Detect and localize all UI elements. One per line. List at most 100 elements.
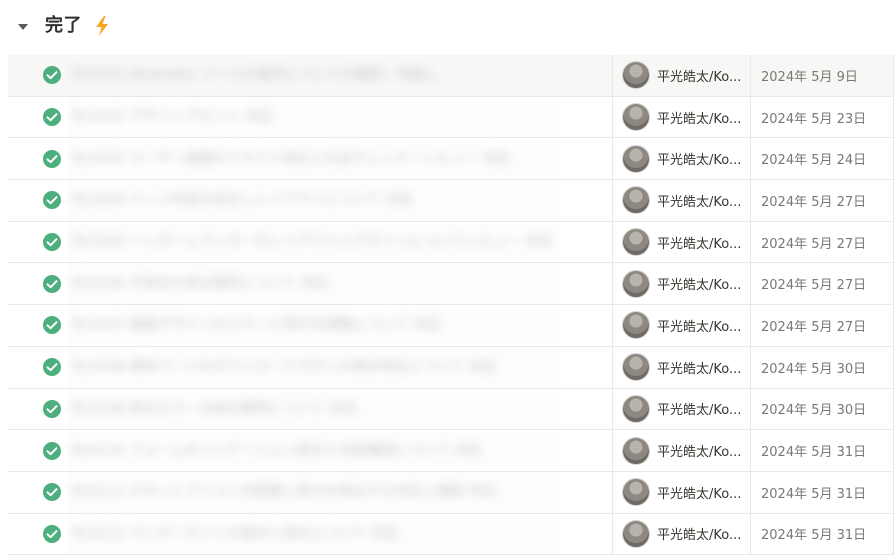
assignee-name: 平光皓太/Ko... xyxy=(657,236,742,252)
redaction-overlay xyxy=(68,388,560,430)
avatar xyxy=(622,269,650,298)
assignee-cell[interactable]: 平光皓太/Ko... xyxy=(613,96,751,138)
assignee-cell[interactable]: 平光皓太/Ko... xyxy=(613,221,751,263)
task-title-cell[interactable]: PJ-0108 資料ページのダウンロードボタンの表示修正について 対応 xyxy=(8,346,613,388)
table-row[interactable]: PJ-0108 資料ページのダウンロードボタンの表示修正について 対応 平光皓太… xyxy=(8,346,894,389)
redaction-overlay xyxy=(68,430,560,471)
table-row[interactable]: PJ-0101 Illustrator ツールの操作についての確認・見直し 平光… xyxy=(8,55,894,97)
avatar xyxy=(622,186,650,215)
assignee-name: 平光皓太/Ko... xyxy=(657,445,742,461)
assignee-name: 平光皓太/Ko... xyxy=(657,403,742,419)
check-circle-icon[interactable] xyxy=(42,232,62,252)
table-row[interactable]: PJ-0109 表示エラーの修正箇所について 対応 平光皓太/Ko... 202… xyxy=(8,388,894,431)
assignee-cell[interactable]: 平光皓太/Ko... xyxy=(613,138,751,180)
redaction-overlay xyxy=(68,180,560,221)
assignee-cell[interactable]: 平光皓太/Ko... xyxy=(613,305,751,346)
due-date[interactable]: 2024年 5月 27日 xyxy=(751,263,894,305)
redaction-overlay xyxy=(68,138,560,180)
due-date[interactable]: 2024年 5月 30日 xyxy=(751,388,894,430)
assignee-name: 平光皓太/Ko... xyxy=(657,194,742,210)
due-date[interactable]: 2024年 5月 27日 xyxy=(751,305,894,346)
task-title-cell[interactable]: PJ-0110 フォームのバリデーション修正と内容確認について 対応 xyxy=(8,430,613,471)
table-row[interactable]: PJ-0105 ヘッダーとフッターのレイアウトとデザインについてレビュー 対応 … xyxy=(8,221,894,264)
assignee-cell[interactable]: 平光皓太/Ko... xyxy=(613,180,751,221)
task-table: PJ-0101 Illustrator ツールの操作についての確認・見直し 平光… xyxy=(8,55,894,556)
assignee-cell[interactable]: 平光皓太/Ko... xyxy=(613,513,751,555)
assignee-name: 平光皓太/Ko... xyxy=(657,361,742,377)
assignee-name: 平光皓太/Ko... xyxy=(657,153,742,169)
task-title-cell[interactable]: PJ-0111 ボタンとアイコンの配置と表示を修正する対応と確認 対応 xyxy=(8,471,613,513)
redaction-overlay xyxy=(68,513,560,555)
assignee-cell[interactable]: 平光皓太/Ko... xyxy=(613,430,751,471)
due-date[interactable]: 2024年 5月 31日 xyxy=(751,471,894,513)
check-circle-icon[interactable] xyxy=(42,482,62,502)
task-title-cell[interactable]: PJ-0106 不具合の修正箇所について 対応 xyxy=(8,263,613,305)
assignee-name: 平光皓太/Ko... xyxy=(657,528,742,544)
table-row[interactable]: PJ-0103 ユーザー画面のテキスト修正と文言チェック・レビュー 対応 平光皓… xyxy=(8,138,894,181)
avatar xyxy=(622,394,650,423)
avatar xyxy=(622,61,650,90)
check-circle-icon[interactable] xyxy=(42,315,62,335)
redaction-overlay xyxy=(68,305,560,346)
table-row[interactable]: PJ-0110 フォームのバリデーション修正と内容確認について 対応 平光皓太/… xyxy=(8,430,894,472)
redaction-overlay xyxy=(68,263,560,305)
assignee-cell[interactable]: 平光皓太/Ko... xyxy=(613,388,751,430)
check-circle-icon[interactable] xyxy=(42,190,62,210)
due-date[interactable]: 2024年 5月 9日 xyxy=(751,55,894,96)
redaction-overlay xyxy=(68,55,560,96)
avatar xyxy=(622,311,650,340)
check-circle-icon[interactable] xyxy=(42,357,62,377)
table-row[interactable]: PJ-0107 画面デザインのカラーと表示を調整について 対応 平光皓太/Ko.… xyxy=(8,305,894,347)
assignee-name: 平光皓太/Ko... xyxy=(657,111,742,127)
group-title[interactable]: 完了 xyxy=(45,13,82,39)
check-circle-icon[interactable] xyxy=(42,149,62,169)
check-circle-icon[interactable] xyxy=(42,441,62,461)
table-row[interactable]: PJ-0102 デザインアセット 対応 平光皓太/Ko... 2024年 5月 … xyxy=(8,96,894,139)
avatar xyxy=(622,103,650,132)
due-date[interactable]: 2024年 5月 23日 xyxy=(751,96,894,138)
table-row[interactable]: PJ-0112 コンポーネントの設計と修正について 対応 平光皓太/Ko... … xyxy=(8,513,894,556)
table-row[interactable]: PJ-0111 ボタンとアイコンの配置と表示を修正する対応と確認 対応 平光皓太… xyxy=(8,471,894,514)
due-date[interactable]: 2024年 5月 24日 xyxy=(751,138,894,180)
avatar xyxy=(622,436,650,465)
assignee-name: 平光皓太/Ko... xyxy=(657,319,742,335)
due-date[interactable]: 2024年 5月 31日 xyxy=(751,513,894,555)
assignee-cell[interactable]: 平光皓太/Ko... xyxy=(613,263,751,305)
table-row[interactable]: PJ-0104 ページ内容を修正しレイアウトについて 対応 平光皓太/Ko...… xyxy=(8,180,894,222)
task-title-cell[interactable]: PJ-0102 デザインアセット 対応 xyxy=(8,96,613,138)
avatar xyxy=(622,353,650,382)
check-circle-icon[interactable] xyxy=(42,524,62,544)
due-date[interactable]: 2024年 5月 31日 xyxy=(751,430,894,471)
check-circle-icon[interactable] xyxy=(42,107,62,127)
lightning-bolt-icon xyxy=(94,15,110,37)
due-date[interactable]: 2024年 5月 30日 xyxy=(751,346,894,388)
group-header: 完了 xyxy=(0,0,894,54)
redaction-overlay xyxy=(68,221,560,263)
redaction-overlay xyxy=(68,346,560,388)
assignee-name: 平光皓太/Ko... xyxy=(657,69,742,85)
avatar xyxy=(622,478,650,507)
task-title-cell[interactable]: PJ-0105 ヘッダーとフッターのレイアウトとデザインについてレビュー 対応 xyxy=(8,221,613,263)
assignee-name: 平光皓太/Ko... xyxy=(657,486,742,502)
assignee-cell[interactable]: 平光皓太/Ko... xyxy=(613,346,751,388)
caret-down-icon[interactable] xyxy=(16,20,30,34)
task-title-cell[interactable]: PJ-0103 ユーザー画面のテキスト修正と文言チェック・レビュー 対応 xyxy=(8,138,613,180)
task-title-cell[interactable]: PJ-0101 Illustrator ツールの操作についての確認・見直し xyxy=(8,55,613,96)
assignee-cell[interactable]: 平光皓太/Ko... xyxy=(613,55,751,96)
due-date[interactable]: 2024年 5月 27日 xyxy=(751,221,894,263)
table-row[interactable]: PJ-0106 不具合の修正箇所について 対応 平光皓太/Ko... 2024年… xyxy=(8,263,894,306)
avatar xyxy=(622,519,650,548)
check-circle-icon[interactable] xyxy=(42,65,62,85)
redaction-overlay xyxy=(68,471,560,513)
avatar xyxy=(622,144,650,173)
task-title-cell[interactable]: PJ-0112 コンポーネントの設計と修正について 対応 xyxy=(8,513,613,555)
assignee-cell[interactable]: 平光皓太/Ko... xyxy=(613,471,751,513)
due-date[interactable]: 2024年 5月 27日 xyxy=(751,180,894,221)
task-title-cell[interactable]: PJ-0109 表示エラーの修正箇所について 対応 xyxy=(8,388,613,430)
avatar xyxy=(622,228,650,257)
redaction-overlay xyxy=(68,96,560,138)
check-circle-icon[interactable] xyxy=(42,274,62,294)
check-circle-icon[interactable] xyxy=(42,399,62,419)
task-title-cell[interactable]: PJ-0104 ページ内容を修正しレイアウトについて 対応 xyxy=(8,180,613,221)
task-title-cell[interactable]: PJ-0107 画面デザインのカラーと表示を調整について 対応 xyxy=(8,305,613,346)
